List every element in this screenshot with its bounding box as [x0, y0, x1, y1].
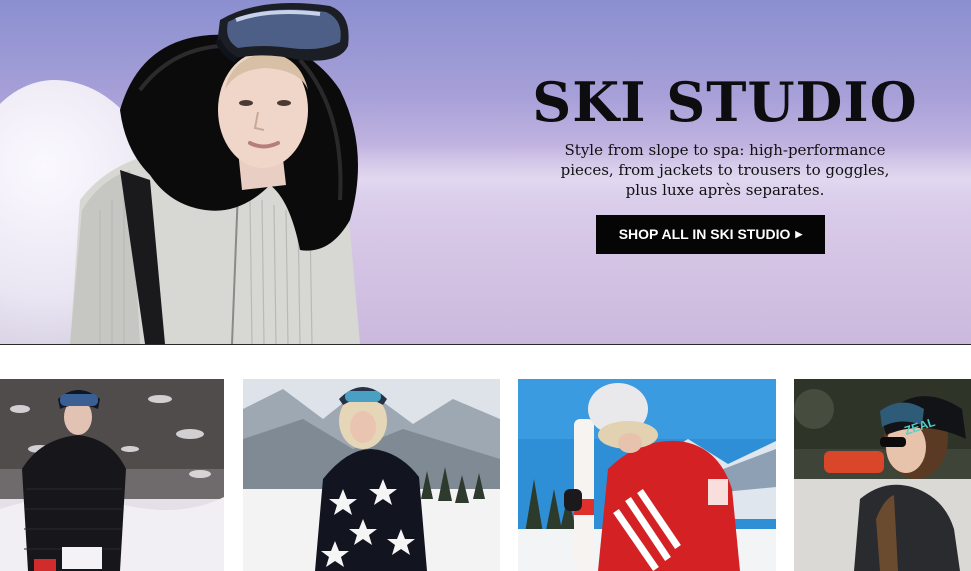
hero-title: SKI STUDIO	[532, 70, 918, 134]
chevron-right-icon: ▶	[795, 229, 803, 239]
product-image-black-performance-jacket: ZEAL	[794, 379, 971, 571]
hero-subtitle: Style from slope to spa: high-performanc…	[560, 141, 890, 199]
product-tile-black-quilted-ski-jacket[interactable]	[0, 379, 224, 571]
product-image-star-print-ski-suit	[243, 379, 500, 571]
product-image-black-quilted-ski-jacket	[0, 379, 224, 571]
product-image-red-striped-ski-jacket	[518, 379, 776, 571]
hero-copy: SKI STUDIO Style from slope to spa: high…	[510, 70, 940, 200]
product-tile-black-performance-jacket[interactable]: ZEAL	[794, 379, 971, 571]
hero-model-image	[70, 3, 360, 344]
product-tile-red-striped-ski-jacket[interactable]	[518, 379, 776, 571]
shop-all-button[interactable]: SHOP ALL IN SKI STUDIO ▶	[596, 215, 825, 254]
product-tile-star-print-ski-suit[interactable]	[243, 379, 500, 571]
hero-banner[interactable]: SKI STUDIO Style from slope to spa: high…	[0, 0, 971, 345]
shop-all-button-label: SHOP ALL IN SKI STUDIO	[618, 226, 791, 242]
